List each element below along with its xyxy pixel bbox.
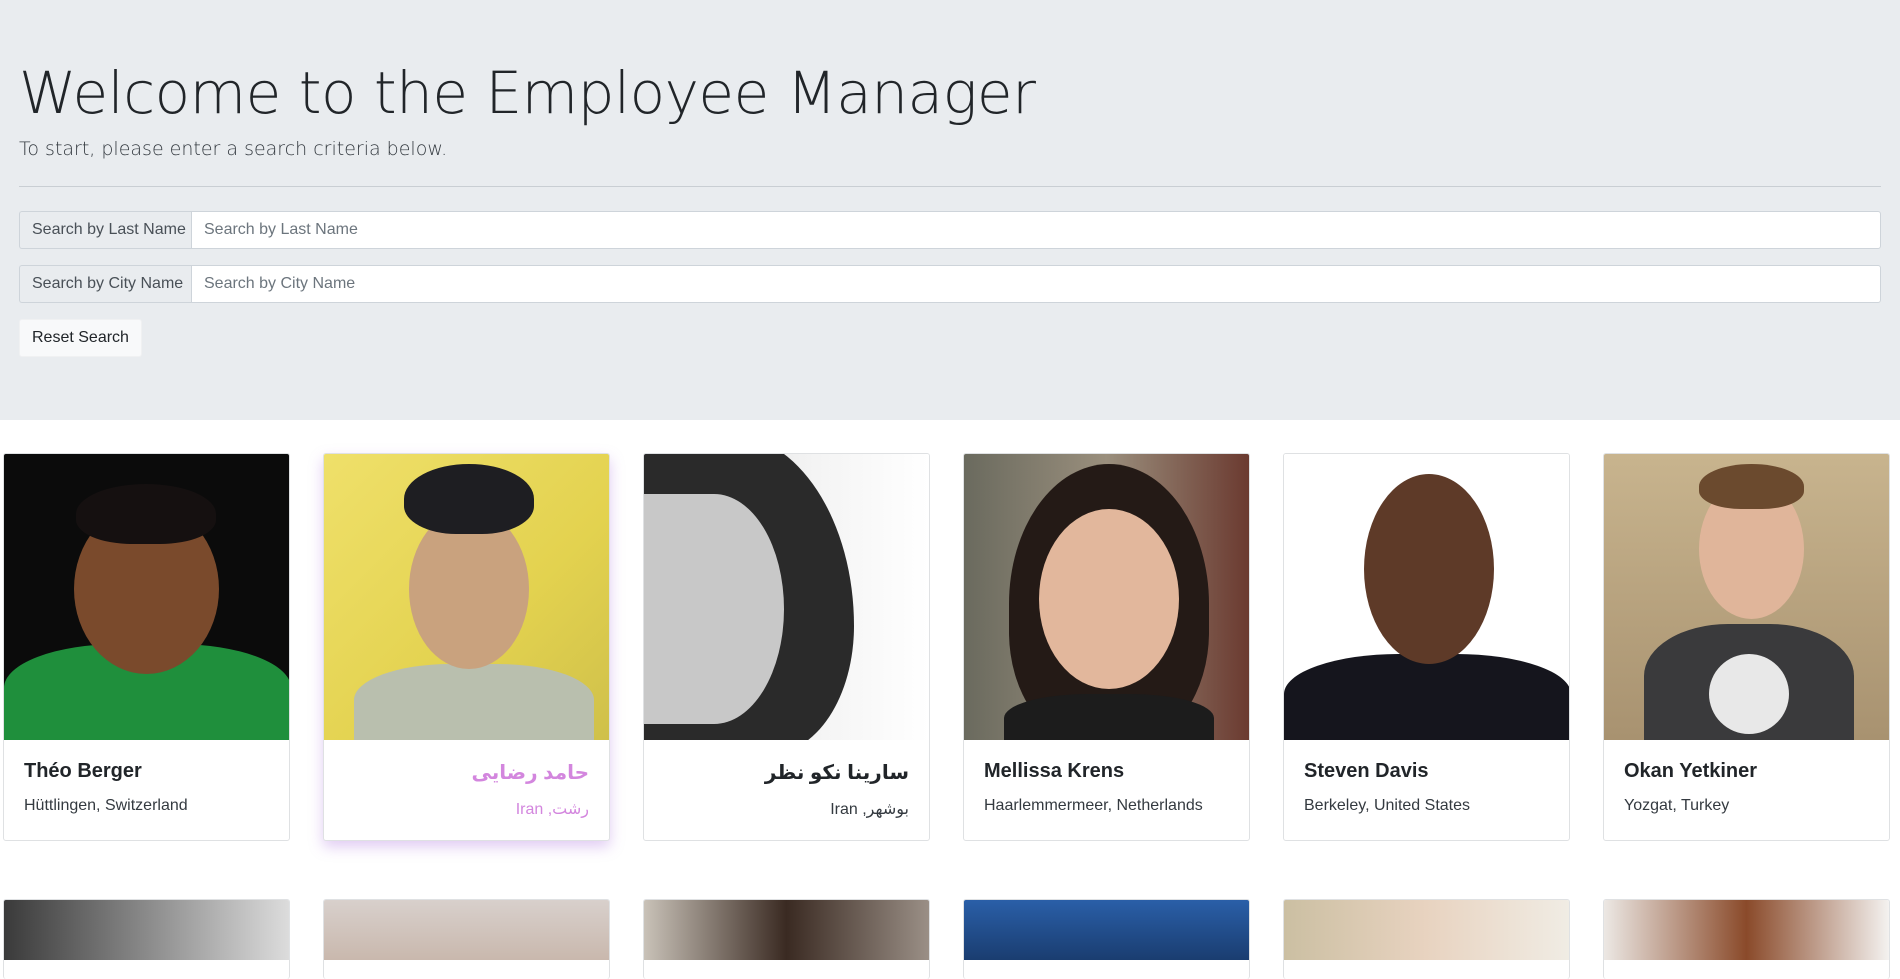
- employee-card[interactable]: Steven Davis Berkeley, United States: [1283, 453, 1570, 841]
- employee-photo: [1284, 454, 1569, 740]
- employee-card[interactable]: Okan Yetkiner Yozgat, Turkey: [1603, 453, 1890, 841]
- employee-card[interactable]: سارینا نکو نظر بوشهر, Iran: [643, 453, 930, 841]
- employee-card[interactable]: حامد رضایی رشت, Iran: [323, 453, 610, 841]
- employee-card[interactable]: Théo Berger Hüttlingen, Switzerland: [3, 453, 290, 841]
- employee-name: Okan Yetkiner: [1624, 760, 1758, 782]
- employee-photo: [1604, 454, 1889, 740]
- reset-search-button[interactable]: Reset Search: [19, 319, 142, 357]
- employee-photo: [324, 454, 609, 740]
- employee-card[interactable]: [323, 899, 610, 979]
- employee-location: Haarlemmermeer, Netherlands: [984, 797, 1203, 814]
- last-name-search-input[interactable]: [191, 211, 1881, 249]
- employee-name: سارینا نکو نظر: [764, 762, 909, 784]
- employee-photo: [644, 454, 929, 740]
- employee-card[interactable]: [1283, 899, 1570, 979]
- employee-grid: Théo Berger Hüttlingen, Switzerland حامد…: [0, 420, 1900, 841]
- jumbotron: Welcome to the Employee Manager To start…: [0, 0, 1900, 420]
- city-search-group: Search by City Name: [19, 265, 1881, 303]
- employee-photo: [324, 900, 609, 960]
- employee-location: بوشهر, Iran: [830, 801, 909, 818]
- employee-location: Berkeley, United States: [1304, 797, 1471, 814]
- employee-card[interactable]: [643, 899, 930, 979]
- employee-grid-row-2: [0, 841, 1900, 979]
- employee-name: حامد رضایی: [471, 762, 589, 784]
- employee-card[interactable]: Mellissa Krens Haarlemmermeer, Netherlan…: [963, 453, 1250, 841]
- employee-photo: [964, 454, 1249, 740]
- last-name-label: Search by Last Name: [19, 211, 191, 249]
- employee-card[interactable]: [963, 899, 1250, 979]
- last-name-search-group: Search by Last Name: [19, 211, 1881, 249]
- employee-name: Steven Davis: [1304, 760, 1429, 782]
- page-subtitle: To start, please enter a search criteria…: [19, 138, 448, 160]
- employee-location: Hüttlingen, Switzerland: [24, 797, 188, 814]
- employee-photo: [964, 900, 1249, 960]
- employee-photo: [1604, 900, 1889, 960]
- employee-card[interactable]: [1603, 899, 1890, 979]
- employee-photo: [4, 900, 289, 960]
- employee-card[interactable]: [3, 899, 290, 979]
- city-name-label: Search by City Name: [19, 265, 191, 303]
- employee-name: Mellissa Krens: [984, 760, 1125, 782]
- employee-location: Yozgat, Turkey: [1624, 797, 1730, 814]
- employee-photo: [4, 454, 289, 740]
- employee-name: Théo Berger: [24, 760, 142, 782]
- employee-photo: [644, 900, 929, 960]
- city-search-input[interactable]: [191, 265, 1881, 303]
- employee-photo: [1284, 900, 1569, 960]
- page-title: Welcome to the Employee Manager: [19, 59, 1036, 127]
- employee-location: رشت, Iran: [515, 801, 589, 818]
- divider: [19, 186, 1881, 187]
